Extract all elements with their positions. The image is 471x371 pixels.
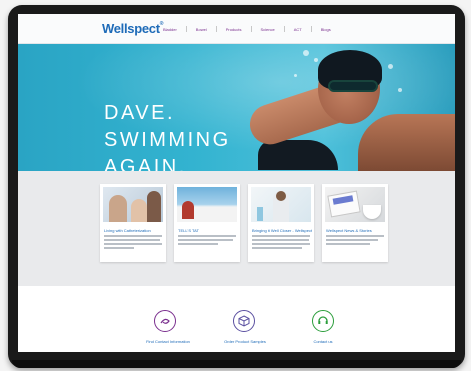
phone-icon[interactable] <box>312 310 334 332</box>
card-excerpt-line <box>178 235 236 237</box>
nav-link-products[interactable]: Products <box>223 26 245 33</box>
card-excerpt-line <box>178 239 233 241</box>
card-excerpt-line <box>104 239 160 241</box>
card-title[interactable]: TELL'S TAT <box>178 228 238 233</box>
card-excerpt-line <box>252 247 302 249</box>
story-card[interactable]: Bringing it Well Closer - Wellspect Heal… <box>248 184 314 262</box>
card-image-lab <box>251 187 311 222</box>
browser-screen: Wellspect® Bladder Bowel Products Scienc… <box>18 14 455 352</box>
feature-link-contact-info[interactable]: Find Contact Information <box>138 339 198 344</box>
card-excerpt-line <box>252 235 310 237</box>
card-image-family <box>103 187 163 222</box>
water-splash <box>398 88 402 92</box>
hero-goggles <box>328 80 378 92</box>
card-excerpt-line <box>252 243 310 245</box>
story-card[interactable]: Living with Catheterization <box>100 184 166 262</box>
hero-swimmer-shoulder <box>358 114 455 171</box>
nav-link-bladder[interactable]: Bladder <box>160 26 180 33</box>
card-excerpt-line <box>104 235 162 237</box>
card-excerpt-line <box>104 247 134 249</box>
hero-headline: DAVE. SWIMMING AGAIN. <box>104 102 231 178</box>
nav-link-science[interactable]: Science <box>258 26 278 33</box>
card-excerpt-line <box>252 239 309 241</box>
coffee-cup-shape <box>363 205 381 219</box>
story-card[interactable]: Wellspect News & Stories <box>322 184 388 262</box>
card-excerpt-line <box>326 235 384 237</box>
lab-flask-shape <box>257 207 263 221</box>
catheter-icon[interactable] <box>154 310 176 332</box>
water-splash <box>294 74 297 77</box>
nav-divider <box>215 26 217 32</box>
feature-link-contact[interactable]: Contact us <box>303 339 343 344</box>
card-title[interactable]: Wellspect News & Stories <box>326 228 386 233</box>
nav-links: Bladder Bowel Products Science ACT Blogs <box>160 26 334 33</box>
nav-divider <box>250 26 252 32</box>
person-shape <box>109 195 127 222</box>
card-image-news <box>325 187 385 222</box>
hero-banner[interactable]: DAVE. SWIMMING AGAIN. <box>18 44 455 178</box>
card-image-boat <box>177 187 237 222</box>
nav-divider <box>185 26 187 32</box>
device-bezel <box>12 360 461 368</box>
top-nav: Wellspect® Bladder Bowel Products Scienc… <box>18 14 455 44</box>
water-splash <box>388 64 393 69</box>
water-splash <box>303 50 309 56</box>
brand-logo[interactable]: Wellspect® <box>102 21 163 36</box>
card-title[interactable]: Living with Catheterization <box>104 228 164 233</box>
nav-divider <box>310 26 312 32</box>
feature-link-samples[interactable]: Order Product Samples <box>215 339 275 344</box>
person-head-shape <box>276 191 286 201</box>
card-excerpt-line <box>104 243 162 245</box>
card-title[interactable]: Bringing it Well Closer - Wellspect Heal… <box>252 228 312 233</box>
water-splash <box>314 58 318 62</box>
card-excerpt-line <box>326 243 370 245</box>
card-excerpt-line <box>326 239 378 241</box>
person-shape <box>131 199 147 222</box>
card-excerpt-line <box>178 243 218 245</box>
newspaper-shape <box>327 190 361 218</box>
nav-divider <box>283 26 285 32</box>
nav-link-blogs[interactable]: Blogs <box>318 26 334 33</box>
nav-link-bowel[interactable]: Bowel <box>193 26 210 33</box>
nav-link-act[interactable]: ACT <box>291 26 305 33</box>
person-shape <box>147 191 161 222</box>
story-card[interactable]: TELL'S TAT <box>174 184 240 262</box>
cube-icon[interactable] <box>233 310 255 332</box>
person-shape <box>182 201 194 219</box>
